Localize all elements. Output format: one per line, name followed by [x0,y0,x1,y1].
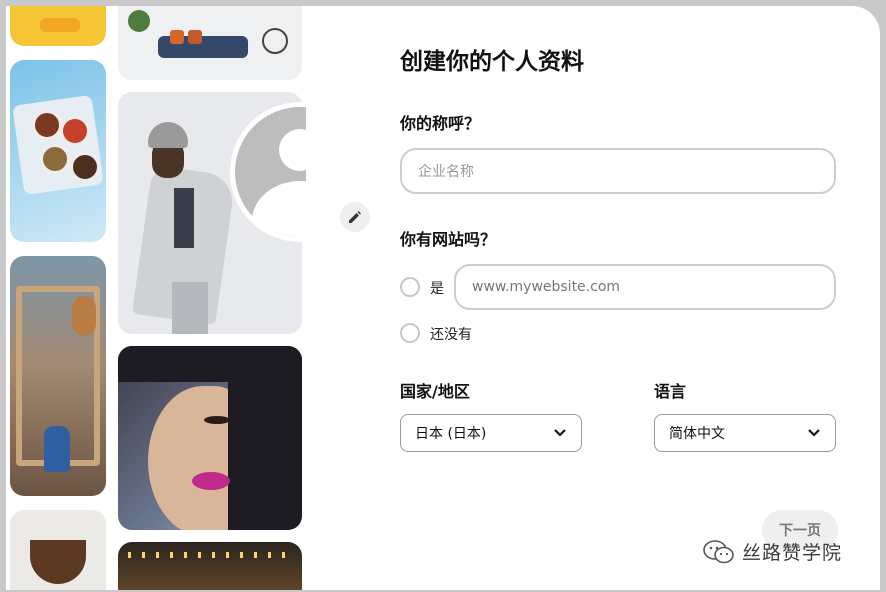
avatar-body [252,181,306,237]
watermark-text: 丝路赞学院 [742,542,843,564]
dish [60,116,90,146]
cushion [188,30,202,44]
country-select[interactable]: 日本 (日本) [400,414,582,452]
website-yes-label: 是 [430,281,444,297]
website-yes-radio[interactable] [400,277,420,297]
language-select-value: 简体中文 [669,426,725,442]
photo-tile-woman [118,346,302,530]
profile-dialog: 创建你的个人资料 你的称呼？ 企业名称 你有网站吗？ 是 www.mywebsi… [6,6,880,590]
avatar-head [279,129,306,171]
cushion [170,30,184,44]
photo-tile-bowl [10,510,106,590]
dish [70,152,100,182]
child [44,426,70,472]
language-label: 语言 [654,382,687,401]
toy-car [40,18,80,32]
wechat-icon [703,539,734,563]
website-input[interactable]: www.mywebsite.com [454,264,836,310]
watermark: 丝路赞学院 [702,538,842,565]
chevron-down-icon [554,429,566,437]
language-select[interactable]: 简体中文 [654,414,836,452]
name-label: 你的称呼？ [400,114,481,133]
hat [148,122,188,148]
bicycle [262,28,288,54]
photo-tile-toy-car [10,6,106,46]
chevron-down-icon [808,429,820,437]
country-label: 国家/地区 [400,382,470,401]
bowl [30,540,86,584]
dish [40,144,70,174]
dish [32,110,62,140]
photo-tile-night-market [118,542,302,590]
website-label: 你有网站吗？ [400,230,497,249]
pencil-icon [349,211,361,223]
photo-tile-food-tray [10,60,106,242]
photo-tile-living-room [118,6,302,80]
plant [128,10,150,32]
page-title: 创建你的个人资料 [400,49,584,75]
hair [118,346,302,382]
teddy-bear [72,296,96,336]
string-lights [128,552,292,558]
photo-gallery [6,6,306,590]
photo-tile-playroom [10,256,106,496]
website-no-radio[interactable] [400,323,420,343]
eye [204,416,230,424]
website-no-label: 还没有 [430,327,472,343]
pants [172,282,208,334]
name-input[interactable]: 企业名称 [400,148,836,194]
edit-avatar-button[interactable] [340,202,370,232]
lips [192,472,230,490]
shirt [174,188,194,248]
country-select-value: 日本 (日本) [415,426,487,442]
